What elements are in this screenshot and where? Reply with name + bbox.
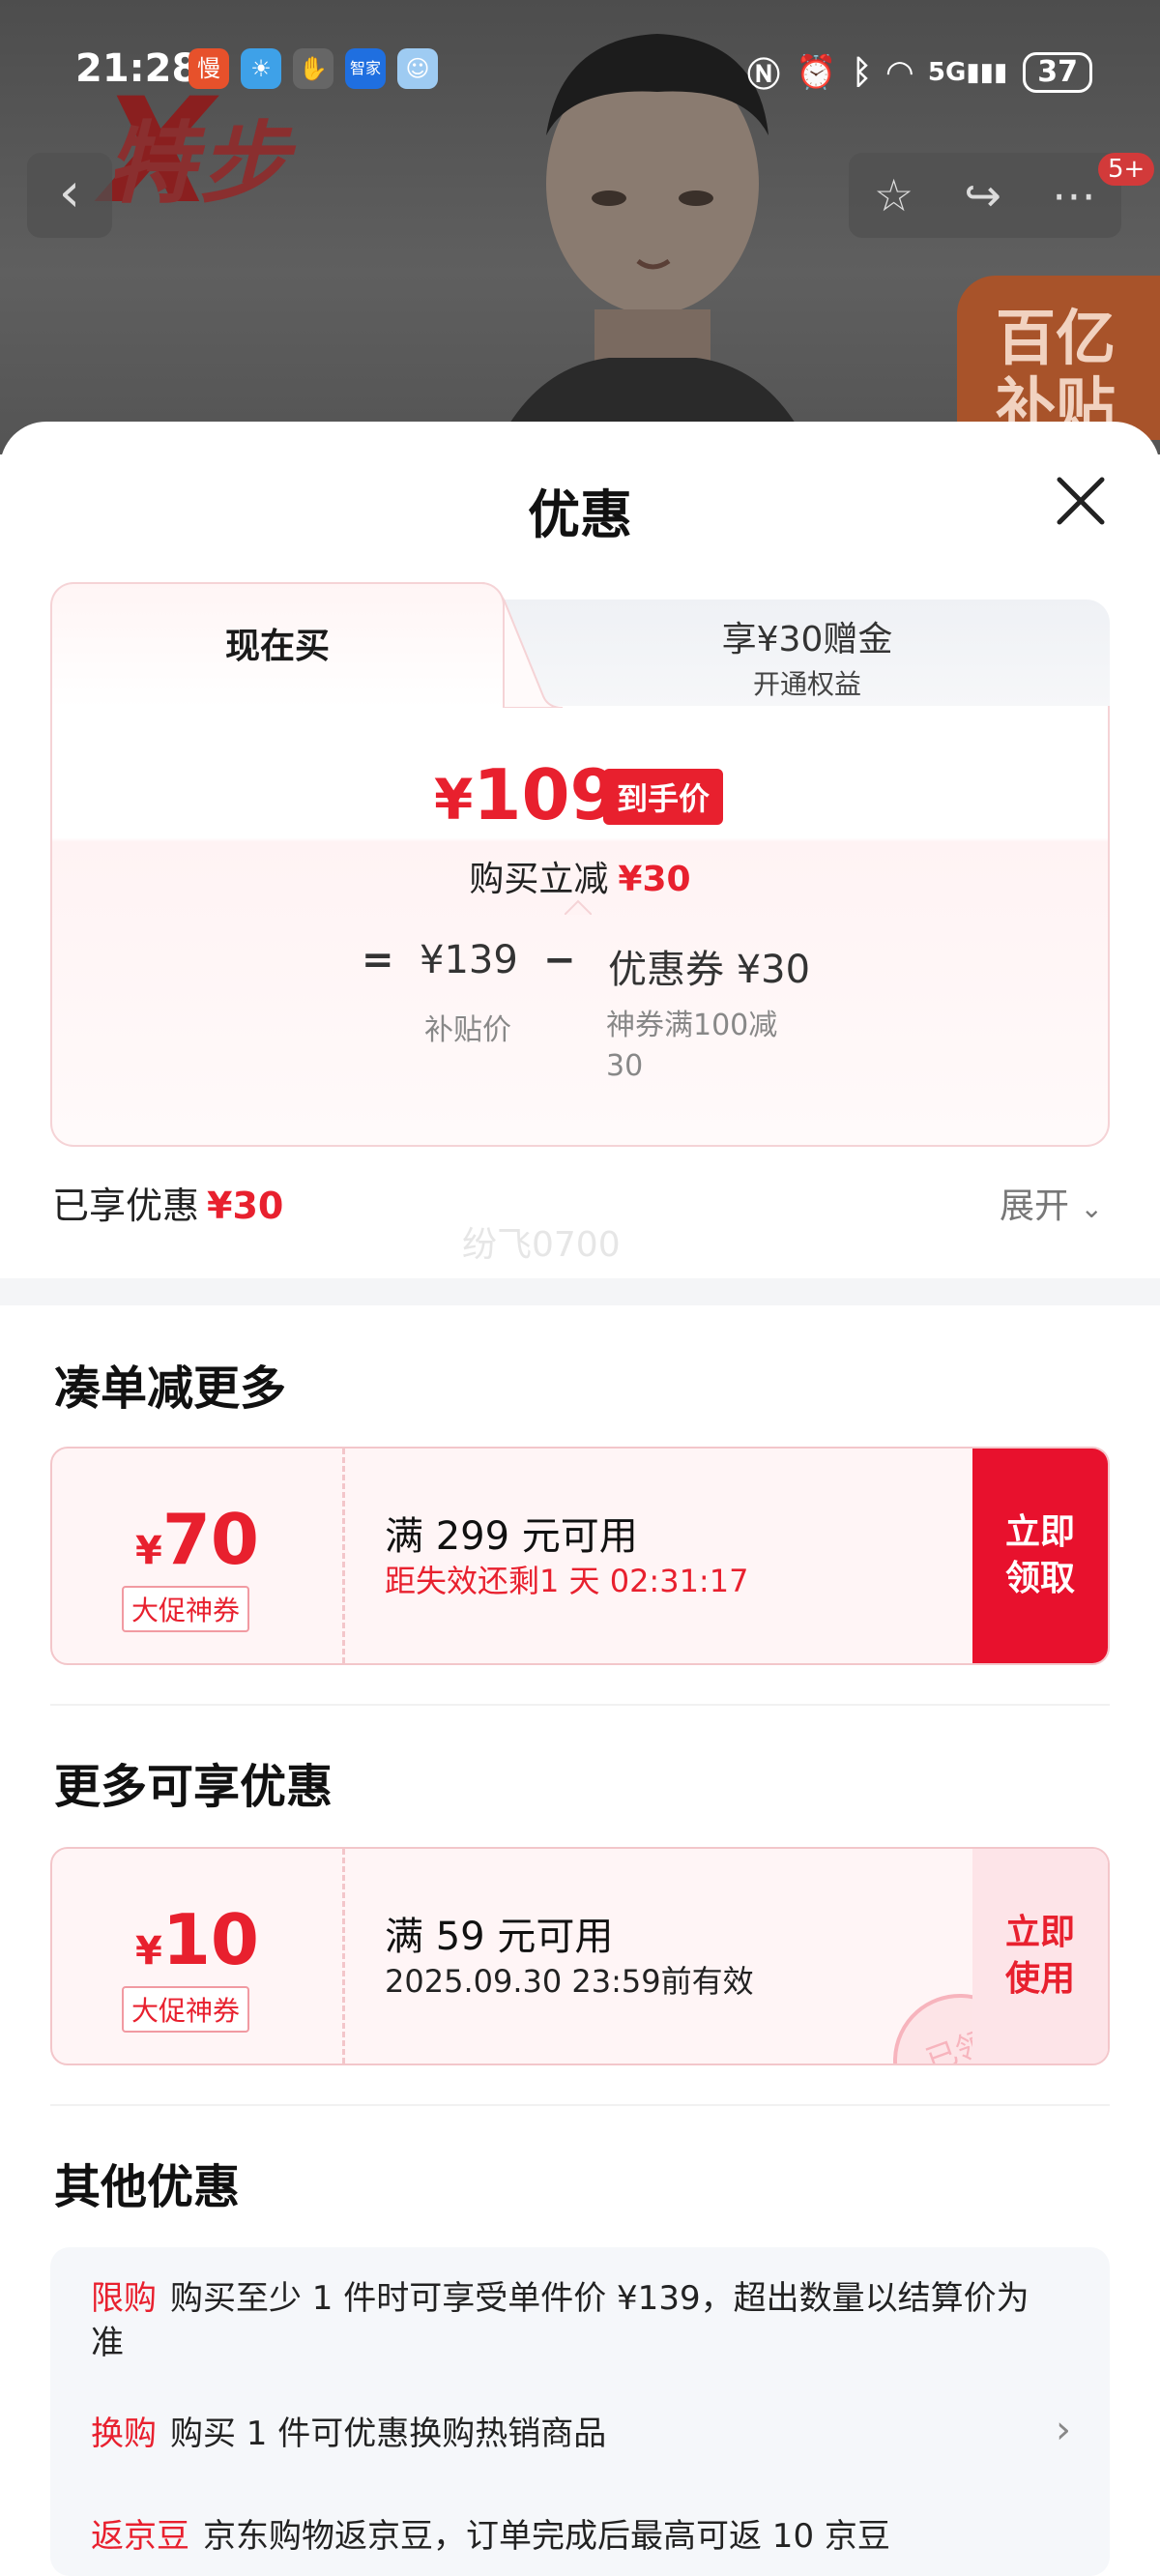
expand-button[interactable]: 展开 ⌄ [1000, 1178, 1103, 1228]
signal-icon: 5G▮▮▮ [927, 57, 1008, 87]
section-divider-thin [50, 1704, 1110, 1706]
sheet-title: 优惠 [528, 484, 632, 545]
back-button[interactable]: ‹ [27, 153, 112, 238]
wifi-icon: ◠ [886, 52, 913, 92]
claim-coupon-button[interactable]: 立即 领取 [972, 1449, 1108, 1663]
gesture-app-icon: ✋ [293, 48, 334, 89]
section-title-other-offers: 其他优惠 [54, 2160, 241, 2214]
calc-subsidy-price: ¥139 [420, 938, 518, 982]
smart-home-app-icon: 智家 [345, 48, 386, 89]
section-divider-thin [50, 2104, 1110, 2106]
coupon-10-separator [342, 1849, 345, 2064]
other-offer-tag: 返京豆 [91, 2517, 189, 2556]
coupon-70-amount: ¥70 [52, 1499, 342, 1580]
section-title-more-offers: 更多可享优惠 [54, 1760, 334, 1814]
other-offer-tag: 限购 [91, 2279, 157, 2318]
coupon-10-value: 10 [161, 1899, 260, 1980]
enjoyed-discount: 已享优惠 ¥30 [52, 1176, 283, 1229]
coupon-70-condition: 满 299 元可用 [385, 1514, 638, 1559]
calc-subsidy-label: 补贴价 [424, 1013, 511, 1047]
price-breakdown-card: 享¥30赠金 开通权益 现在买 ¥109 到手价 购买立减 ¥30 = ¥139 … [50, 582, 1110, 1147]
bluetooth-icon: ᛒ [852, 52, 872, 92]
weather-app-icon: ☀ [241, 48, 281, 89]
final-price-tag: 到手价 [603, 769, 724, 825]
coupon-70-value: 70 [161, 1499, 260, 1580]
assistant-app-icon: ☺ [397, 48, 438, 89]
use-coupon-label: 立即 使用 [1004, 1913, 1075, 1999]
close-icon[interactable] [1052, 472, 1110, 530]
coupon-10-expiry: 2025.09.30 23:59前有效 [385, 1963, 754, 2000]
enjoyed-discount-label: 已享优惠 [52, 1185, 200, 1227]
calc-coupon-label: 神券满100减30 [606, 1009, 778, 1083]
alarm-icon: ⏰ [795, 52, 837, 92]
price-body: ¥109 到手价 购买立减 ¥30 = ¥139 − 优惠券 ¥30 补贴价 神券… [50, 706, 1110, 1147]
coupon-70-currency: ¥ [134, 1529, 162, 1573]
other-offer-trade-in[interactable]: 换购 购买 1 件可优惠换购热销商品 [91, 2412, 1058, 2456]
subsidy-promo-text: 百亿 补贴 [996, 303, 1116, 441]
nfc-icon: Ⓝ [746, 56, 780, 95]
status-time: 21:28 [75, 46, 199, 91]
share-icon[interactable]: ↪ [964, 169, 1001, 221]
coupon-70-countdown: 距失效还剩1 天 02:31:17 [385, 1563, 749, 1599]
coupon-10-condition: 满 59 元可用 [385, 1915, 614, 1959]
watermark: 纷飞0700 [462, 1225, 621, 1265]
tab-buy-now[interactable]: 现在买 [50, 582, 505, 708]
tab-open-benefits-title: 享¥30赠金 [721, 620, 893, 659]
claim-coupon-label: 立即 领取 [1004, 1512, 1075, 1598]
coupon-70-type-label: 大促神券 [122, 1586, 250, 1632]
more-menu-icon[interactable]: ⋯ [1052, 169, 1096, 221]
coupon-70-separator [342, 1449, 345, 1663]
tab-open-benefits-subtitle: 开通权益 [752, 668, 861, 700]
subsidy-promo-badge: 百亿 补贴 [957, 276, 1160, 440]
discount-bottom-sheet: 优惠 享¥30赠金 开通权益 现在买 ¥109 到手价 购买立减 ¥30 = ¥… [0, 422, 1160, 2576]
final-price: ¥109 [434, 754, 619, 835]
final-price-amount: 109 [473, 754, 619, 835]
coupon-10-amount: ¥10 [52, 1899, 342, 1980]
other-offers-list: 限购 购买至少 1 件时可享受单件价 ¥139，超出数量以结算价为准 换购 购买 1… [50, 2247, 1110, 2576]
calc-equals: = [362, 938, 394, 982]
instant-reduction-amount: ¥30 [618, 860, 691, 899]
coupon-card-10: ¥10 大促神券 满 59 元可用 2025.09.30 23:59前有效 已领… [50, 1847, 1110, 2065]
header-actions: ☆ ↪ ⋯ [849, 153, 1121, 238]
final-price-currency: ¥ [434, 767, 474, 833]
instant-reduction-label: 购买立减 [469, 860, 609, 899]
tab-open-benefits[interactable]: 享¥30赠金 开通权益 [505, 600, 1110, 708]
pointer-caret-icon [565, 899, 592, 915]
system-icons: Ⓝ ⏰ ᛒ ◠ 5G▮▮▮ 37 [747, 48, 1092, 96]
other-offer-text: 购买至少 1 件时可享受单件价 ¥139，超出数量以结算价为准 [91, 2279, 1030, 2362]
other-offer-text: 购买 1 件可优惠换购热销商品 [170, 2415, 607, 2453]
status-bar: 21:28 慢 ☀ ✋ 智家 ☺ Ⓝ ⏰ ᛒ ◠ 5G▮▮▮ 37 [0, 0, 1160, 135]
use-coupon-button[interactable]: 立即 使用 [972, 1849, 1108, 2064]
coupon-10-currency: ¥ [134, 1929, 162, 1974]
section-divider [0, 1278, 1160, 1305]
calc-coupon-value: 优惠券 ¥30 [608, 948, 811, 992]
coupon-card-70: ¥70 大促神券 满 299 元可用 距失效还剩1 天 02:31:17 立即 … [50, 1447, 1110, 1665]
instant-reduction: 购买立减 ¥30 [52, 851, 1108, 901]
other-offer-tag: 换购 [91, 2415, 157, 2453]
coupon-10-type-label: 大促神券 [122, 1986, 250, 2033]
calc-minus: − [543, 938, 576, 982]
other-offer-text: 京东购物返京豆，订单完成后最高可返 10 京豆 [203, 2517, 890, 2556]
other-offer-beans: 返京豆 京东购物返京豆，订单完成后最高可返 10 京豆 [91, 2514, 1058, 2559]
enjoyed-discount-amount: ¥30 [207, 1185, 284, 1227]
chevron-left-icon: ‹ [58, 161, 81, 224]
app-notification-icon: 慢 [188, 48, 229, 89]
other-offer-purchase-limit: 限购 购买至少 1 件时可享受单件价 ¥139，超出数量以结算价为准 [91, 2276, 1058, 2365]
expand-label: 展开 [1000, 1186, 1070, 1226]
battery-icon: 37 [1023, 51, 1092, 93]
chevron-down-icon: ⌄ [1080, 1192, 1103, 1224]
message-count-badge: 5+ [1098, 153, 1155, 186]
section-title-more-savings: 凑单减更多 [54, 1361, 287, 1416]
chevron-right-icon[interactable]: › [1056, 2408, 1071, 2452]
notification-icons: 慢 ☀ ✋ 智家 ☺ [188, 48, 438, 89]
favorite-star-icon[interactable]: ☆ [874, 169, 914, 221]
